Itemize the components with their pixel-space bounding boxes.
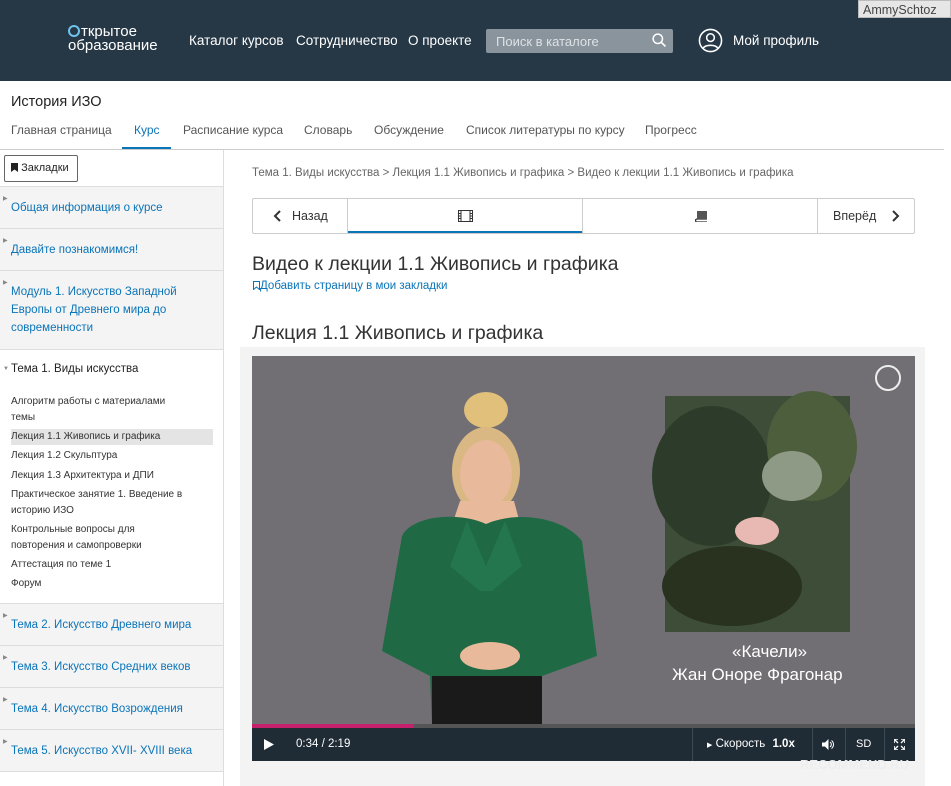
- video-time: 0:34 / 2:19: [296, 738, 351, 750]
- page-title: Видео к лекции 1.1 Живопись и графика: [252, 253, 619, 275]
- chevron-right-icon: ▶: [3, 238, 8, 244]
- sidebar-section-label: Тема 3. Искусство Средних веков: [11, 661, 191, 673]
- chevron-down-icon: ▼: [3, 366, 9, 372]
- sidebar-subitem[interactable]: историю ИЗО: [11, 503, 211, 519]
- sidebar-subitem[interactable]: Лекция 1.2 Скульптура: [11, 448, 211, 464]
- nav-catalog[interactable]: Каталог курсов: [189, 33, 284, 48]
- speed-button[interactable]: ▶ Скорость 1.0x: [707, 738, 795, 750]
- sidebar-section-intro[interactable]: ▶ Давайте познакомимся!: [0, 229, 223, 270]
- volume-icon[interactable]: [822, 739, 834, 750]
- search-placeholder: Поиск в каталоге: [496, 34, 599, 49]
- sidebar-section-label: Давайте познакомимся!: [11, 244, 139, 256]
- fullscreen-icon[interactable]: [894, 739, 905, 750]
- chevron-left-icon: [273, 210, 281, 222]
- play-icon[interactable]: [264, 739, 274, 750]
- sidebar-subitem[interactable]: Практическое занятие 1. Введение в: [11, 487, 211, 503]
- chevron-right-icon: ▶: [3, 613, 8, 619]
- sidebar-section-topic1[interactable]: Тема 1. Виды искусства: [11, 363, 138, 375]
- caret-right-icon: ▶: [707, 742, 713, 749]
- logo-o-icon: [68, 25, 80, 37]
- sidebar-subitem[interactable]: Лекция 1.3 Архитектура и ДПИ: [11, 468, 211, 484]
- logo[interactable]: ткрытое образование: [68, 24, 158, 54]
- sidebar-section-label: Тема 4. Искусство Возрождения: [11, 703, 183, 715]
- course-title: История ИЗО: [11, 94, 102, 110]
- divider: [692, 728, 693, 761]
- sidebar-subitem[interactable]: Алгоритм работы с материалами: [11, 394, 211, 410]
- recommend-watermark: RECOMMEND.RU: [800, 757, 910, 772]
- tab-home[interactable]: Главная страница: [11, 123, 112, 137]
- bookmarks-label: Закладки: [21, 162, 69, 174]
- add-bookmark-link[interactable]: Добавить страницу в мои закладки: [253, 280, 447, 292]
- sidebar-subitem[interactable]: Форум: [11, 576, 211, 592]
- sidebar-subitem[interactable]: Аттестация по теме 1: [11, 557, 211, 573]
- book-icon: [695, 211, 707, 222]
- sidebar-section-topic3[interactable]: ▶ Тема 3. Искусство Средних веков: [0, 646, 223, 687]
- prev-label: Назад: [292, 209, 328, 223]
- chevron-right-icon: [892, 210, 900, 222]
- sidebar-subitem[interactable]: повторения и самопроверки: [11, 538, 211, 554]
- video-caption-title: «Качели»: [732, 642, 808, 661]
- speed-value: 1.0x: [772, 738, 795, 750]
- nav-about[interactable]: О проекте: [408, 33, 472, 48]
- tab-glossary[interactable]: Словарь: [304, 123, 352, 137]
- chevron-right-icon: ▶: [3, 196, 8, 202]
- sequence-navigation: Назад Вперёд: [252, 198, 915, 234]
- search-input[interactable]: Поиск в каталоге: [486, 29, 673, 53]
- sequence-tab-video[interactable]: [348, 199, 582, 233]
- sidebar-section-general[interactable]: ▶ Общая информация о курсе: [0, 187, 223, 228]
- sidebar-section-module1[interactable]: ▶ Модуль 1. Искусство Западной Европы от…: [0, 271, 223, 349]
- sidebar-subitem[interactable]: Контрольные вопросы для: [11, 522, 211, 538]
- quality-button[interactable]: SD: [856, 738, 871, 750]
- tab-literature[interactable]: Список литературы по курсу: [466, 123, 625, 137]
- nav-partnership[interactable]: Сотрудничество: [296, 33, 398, 48]
- sequence-tab-text[interactable]: [582, 199, 818, 233]
- chevron-right-icon: ▶: [3, 280, 8, 286]
- sidebar-subitem[interactable]: темы: [11, 410, 211, 426]
- add-bookmark-label: Добавить страницу в мои закладки: [260, 280, 448, 292]
- sidebar-section-label: Модуль 1. Искусство Западной: [11, 286, 177, 298]
- lecture-title: Лекция 1.1 Живопись и графика: [252, 322, 544, 344]
- tab-progress[interactable]: Прогресс: [645, 123, 697, 137]
- username-watermark: AmmySchtoz: [858, 0, 951, 18]
- sidebar-subitem-active[interactable]: Лекция 1.1 Живопись и графика: [11, 429, 213, 445]
- top-navbar: ткрытое образование Каталог курсов Сотру…: [0, 0, 951, 81]
- bookmark-outline-icon: [253, 281, 260, 291]
- sidebar-section-label: Тема 2. Искусство Древнего мира: [11, 619, 192, 631]
- logo-line2: образование: [68, 37, 158, 54]
- video-caption-author: Жан Оноре Фрагонар: [672, 665, 843, 684]
- divider: [0, 771, 223, 772]
- sidebar-section-label: Общая информация о курсе: [11, 202, 163, 214]
- sidebar-section-topic5[interactable]: ▶ Тема 5. Искусство XVII- XVIII века: [0, 730, 223, 771]
- search-icon[interactable]: [651, 32, 668, 49]
- sidebar-section-label: Тема 5. Искусство XVII- XVIII века: [11, 745, 193, 757]
- sidebar-section-label: Европы от Древнего мира до: [11, 304, 167, 316]
- tab-course[interactable]: Курс: [134, 123, 160, 137]
- user-avatar-icon[interactable]: [698, 28, 723, 53]
- bookmarks-button[interactable]: Закладки: [4, 155, 78, 182]
- speed-label: Скорость: [715, 738, 766, 750]
- profile-link[interactable]: Мой профиль: [733, 33, 819, 48]
- chevron-right-icon: ▶: [3, 655, 8, 661]
- chevron-right-icon: ▶: [3, 697, 8, 703]
- bookmark-icon: [11, 163, 18, 172]
- sidebar-section-topic4[interactable]: ▶ Тема 4. Искусство Возрождения: [0, 688, 223, 729]
- next-button[interactable]: Вперёд: [818, 199, 915, 233]
- chevron-right-icon: ▶: [3, 739, 8, 745]
- tab-discussion[interactable]: Обсуждение: [374, 123, 444, 137]
- prev-button[interactable]: Назад: [253, 199, 348, 233]
- next-label: Вперёд: [833, 209, 877, 223]
- breadcrumb[interactable]: Тема 1. Виды искусства > Лекция 1.1 Живо…: [252, 167, 794, 179]
- sidebar-section-label: современности: [11, 322, 94, 334]
- video-player[interactable]: «Качели» Жан Оноре Фрагонар: [252, 356, 915, 724]
- film-icon: [458, 210, 473, 222]
- sidebar-section-topic2[interactable]: ▶ Тема 2. Искусство Древнего мира: [0, 604, 223, 645]
- tab-schedule[interactable]: Расписание курса: [183, 123, 283, 137]
